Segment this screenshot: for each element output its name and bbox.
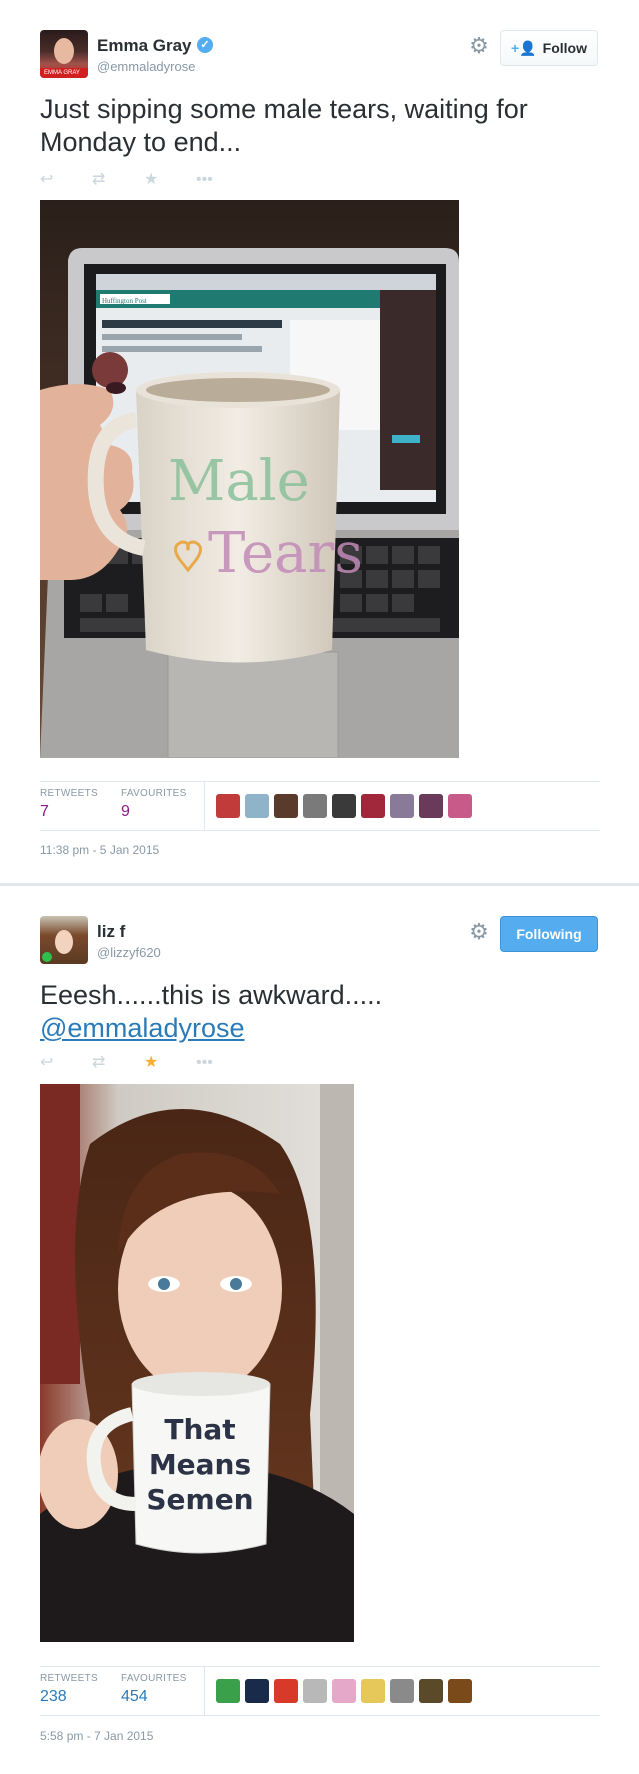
favoriter-avatars — [216, 1679, 472, 1703]
favoriter-avatar[interactable] — [216, 1679, 240, 1703]
favoriter-avatar[interactable] — [361, 1679, 385, 1703]
favourites-label: FAVOURITES — [121, 1673, 187, 1684]
avatar-caption: EMMA GRAY — [40, 68, 88, 78]
tweet-timestamp[interactable]: 11:38 pm - 5 Jan 2015 — [40, 843, 159, 857]
favoriter-avatar[interactable] — [419, 1679, 443, 1703]
tweet-photo-selfie-mug[interactable]: That Means Semen — [40, 1084, 354, 1642]
stats-divider — [204, 1667, 205, 1715]
favoriter-avatar[interactable] — [448, 1679, 472, 1703]
favoriter-avatar[interactable] — [245, 794, 269, 818]
tweet-text: Just sipping some male tears, waiting fo… — [40, 94, 528, 157]
avatar-face — [55, 930, 73, 954]
favoriter-avatar[interactable] — [274, 1679, 298, 1703]
stats-divider — [204, 782, 205, 830]
tweet-text: Eeesh......this is awkward..... @emmalad… — [40, 979, 600, 1045]
favoriter-avatar[interactable] — [332, 794, 356, 818]
retweets-stat[interactable]: RETWEETS 7 — [40, 788, 98, 821]
mug-text-line-2: Tears — [208, 521, 363, 586]
user-handle[interactable]: @lizzyf620 — [97, 945, 161, 960]
retweets-label: RETWEETS — [40, 1673, 98, 1684]
gear-icon[interactable]: ⚙ — [467, 920, 491, 944]
favoriter-avatar[interactable] — [303, 794, 327, 818]
favourites-label: FAVOURITES — [121, 788, 187, 799]
tweet-stats: RETWEETS 7 FAVOURITES 9 — [40, 781, 600, 831]
follow-label: Follow — [542, 40, 587, 56]
avatar[interactable] — [40, 916, 88, 964]
gear-icon[interactable]: ⚙ — [467, 34, 491, 58]
retweet-icon[interactable]: ⇄ — [92, 170, 144, 190]
star-icon[interactable]: ★ — [144, 170, 196, 190]
following-button[interactable]: Following — [500, 916, 598, 952]
favoriter-avatar[interactable] — [216, 794, 240, 818]
more-dots-icon[interactable]: ••• — [196, 1053, 248, 1073]
retweets-label: RETWEETS — [40, 788, 98, 799]
favoriter-avatar[interactable] — [390, 794, 414, 818]
verified-badge-icon: ✓ — [197, 37, 213, 53]
user-name[interactable]: Emma Gray — [97, 36, 192, 56]
reply-icon[interactable]: ↩ — [40, 170, 92, 190]
retweets-count: 238 — [40, 1688, 67, 1705]
favoriter-avatar[interactable] — [390, 1679, 414, 1703]
user-name[interactable]: liz f — [97, 922, 125, 942]
retweets-stat[interactable]: RETWEETS 238 — [40, 1673, 98, 1706]
mention-link[interactable]: @emmaladyrose — [40, 1012, 600, 1045]
favoriter-avatar[interactable] — [332, 1679, 356, 1703]
favoriter-avatar[interactable] — [303, 1679, 327, 1703]
reply-icon[interactable]: ↩ — [40, 1053, 92, 1073]
user-handle[interactable]: @emmaladyrose — [97, 59, 195, 74]
mug-text-line-1: Male — [168, 449, 310, 514]
mug-text-line-2: Means — [149, 1448, 251, 1481]
favoriter-avatar[interactable] — [448, 794, 472, 818]
tweet-actions: ↩ ⇄ ★ ••• — [40, 170, 248, 190]
favoriter-avatars — [216, 794, 472, 818]
tweet-photo-laptop-mug[interactable]: Huffington Post Male Tears — [40, 200, 459, 758]
favourites-stat[interactable]: FAVOURITES 454 — [121, 1673, 187, 1706]
tweet-liz-f: liz f @lizzyf620 ⚙ Following Eeesh......… — [0, 886, 639, 1774]
tweet-text-body: Eeesh......this is awkward..... — [40, 980, 383, 1010]
photo-illustration: That Means Semen — [40, 1084, 354, 1642]
mug-text-line-1: That — [164, 1413, 235, 1446]
retweet-icon[interactable]: ⇄ — [92, 1053, 144, 1073]
more-dots-icon[interactable]: ••• — [196, 170, 248, 190]
tweet-actions: ↩ ⇄ ★ ••• — [40, 1053, 248, 1073]
avatar-face — [54, 38, 74, 64]
mug-text-line-3: Semen — [146, 1483, 253, 1516]
favoriter-avatar[interactable] — [245, 1679, 269, 1703]
favoriter-avatar[interactable] — [361, 794, 385, 818]
favoriter-avatar[interactable] — [419, 794, 443, 818]
avatar[interactable]: EMMA GRAY — [40, 30, 88, 78]
photo-illustration: Huffington Post Male Tears — [40, 200, 459, 758]
tweet-timestamp[interactable]: 5:58 pm - 7 Jan 2015 — [40, 1729, 153, 1743]
site-label: Huffington Post — [102, 297, 147, 305]
star-icon[interactable]: ★ — [144, 1053, 196, 1073]
favourites-count: 9 — [121, 803, 130, 820]
retweets-count: 7 — [40, 803, 49, 820]
tweet-emma-gray: EMMA GRAY Emma Gray ✓ @emmaladyrose ⚙ +👤… — [0, 0, 639, 885]
add-user-icon: +👤 — [511, 39, 537, 56]
avatar-status-dot — [42, 952, 52, 962]
tweet-stats: RETWEETS 238 FAVOURITES 454 — [40, 1666, 600, 1716]
follow-button[interactable]: +👤 Follow — [500, 30, 598, 66]
favourites-count: 454 — [121, 1688, 148, 1705]
favoriter-avatar[interactable] — [274, 794, 298, 818]
favourites-stat[interactable]: FAVOURITES 9 — [121, 788, 187, 821]
